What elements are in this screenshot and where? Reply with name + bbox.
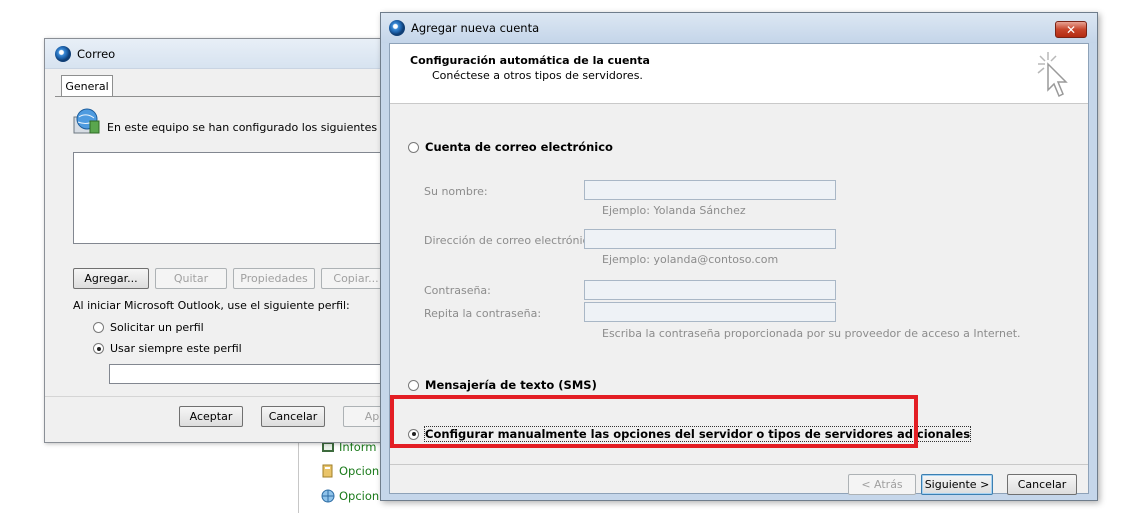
close-icon: ✕	[1065, 22, 1077, 37]
cancel-button[interactable]: Cancelar	[1007, 474, 1077, 495]
name-hint: Ejemplo: Yolanda Sánchez	[602, 204, 746, 217]
cancel-button[interactable]: Cancelar	[261, 406, 325, 427]
close-button[interactable]: ✕	[1055, 21, 1087, 38]
add-profile-button[interactable]: Agregar...	[73, 268, 149, 289]
remove-profile-button[interactable]: Quitar	[155, 268, 227, 289]
next-button[interactable]: Siguiente >	[921, 474, 993, 495]
profile-select[interactable]	[109, 364, 389, 384]
background-item-label: Opcion	[339, 464, 380, 478]
option-sms-label: Mensajería de texto (SMS)	[425, 378, 597, 392]
email-label: Dirección de correo electrónico:	[424, 234, 600, 247]
password-label: Contraseña:	[424, 284, 491, 297]
background-item-label: Opcion	[339, 489, 380, 503]
wizard-header: Configuración automática de la cuenta Co…	[390, 44, 1088, 104]
click-cursor-icon	[1037, 52, 1068, 98]
radio-button[interactable]	[93, 322, 104, 333]
background-item-options[interactable]: Opcion	[321, 462, 379, 480]
tab-general[interactable]: General	[61, 75, 113, 97]
repeat-password-field[interactable]	[584, 302, 836, 322]
option-email-label: Cuenta de correo electrónico	[425, 140, 613, 154]
name-field[interactable]	[584, 180, 836, 200]
radio-prompt-profile[interactable]: Solicitar un perfil	[93, 321, 204, 334]
radio-always-profile[interactable]: Usar siempre este perfil	[93, 342, 242, 355]
mail-app-icon	[389, 20, 405, 36]
wizard-header-title: Configuración automática de la cuenta	[410, 54, 650, 67]
globe-options-icon	[321, 489, 335, 503]
profiles-list[interactable]	[73, 152, 403, 244]
background-item-options-2[interactable]: Opcion	[321, 487, 379, 505]
correo-title: Correo	[77, 46, 116, 61]
profiles-intro-text: En este equipo se han configurado los si…	[107, 121, 421, 134]
name-label: Su nombre:	[424, 185, 488, 198]
password-field[interactable]	[584, 280, 836, 300]
wizard-title: Agregar nueva cuenta	[411, 21, 540, 35]
ok-button[interactable]: Aceptar	[179, 406, 243, 427]
back-button[interactable]: < Atrás	[848, 474, 916, 495]
radio-button[interactable]	[408, 141, 419, 153]
radio-prompt-label: Solicitar un perfil	[110, 321, 204, 334]
startup-profile-label: Al iniciar Microsoft Outlook, use el sig…	[73, 299, 350, 312]
mail-app-icon	[55, 45, 71, 62]
correo-titlebar[interactable]: Correo	[45, 39, 393, 69]
highlight-annotation	[390, 395, 918, 448]
radio-button-checked[interactable]	[93, 343, 104, 354]
divider	[390, 464, 1088, 465]
email-hint: Ejemplo: yolanda@contoso.com	[602, 253, 779, 266]
option-email-account[interactable]: Cuenta de correo electrónico	[408, 140, 613, 154]
repeat-password-label: Repita la contraseña:	[424, 307, 542, 320]
properties-button[interactable]: Propiedades	[233, 268, 315, 289]
folder-options-icon	[322, 464, 333, 478]
wizard-titlebar[interactable]: Agregar nueva cuenta	[381, 13, 1097, 43]
email-field[interactable]	[584, 229, 836, 249]
password-hint: Escriba la contraseña proporcionada por …	[602, 327, 1021, 340]
radio-always-label: Usar siempre este perfil	[110, 342, 242, 355]
profiles-intro-label: En este equipo se han configurado los si…	[107, 121, 422, 134]
correo-dialog: Correo General En este equipo se han con…	[44, 38, 421, 443]
wizard-header-subtitle: Conéctese a otros tipos de servidores.	[432, 69, 643, 82]
mail-profiles-icon	[73, 108, 100, 134]
option-sms[interactable]: Mensajería de texto (SMS)	[408, 378, 597, 392]
divider	[45, 396, 395, 397]
radio-button[interactable]	[408, 379, 419, 391]
